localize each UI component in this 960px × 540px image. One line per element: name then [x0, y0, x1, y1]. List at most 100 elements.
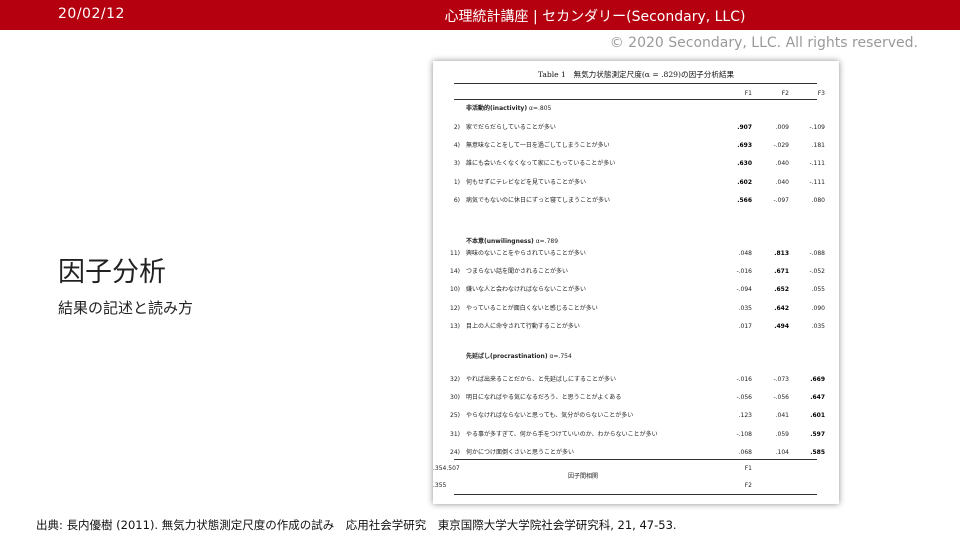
loading-value: .104: [775, 448, 789, 456]
loading-value: .009: [775, 124, 789, 131]
item-text: 何もせずにテレビなどを見ていることが多い: [466, 178, 587, 186]
loading-value: -.016: [736, 376, 752, 383]
correlation-row: F1 .354.507: [433, 464, 839, 473]
loading-value: .035: [811, 322, 825, 330]
item-number: 11): [450, 250, 460, 257]
factor-header: 先延ばし(procrastination) α=.754: [466, 352, 572, 361]
header-date: 20/02/12: [58, 6, 125, 22]
loading-value: -.052: [809, 268, 825, 276]
loading-value: .055: [811, 286, 825, 294]
loading-value: .068: [738, 448, 752, 456]
slide-subtitle: 結果の記述と読み方: [58, 299, 194, 317]
loading-value: -.088: [809, 250, 825, 257]
factor-analysis-table-image: Table 1 無気力状態測定尺度(α = .829)の因子分析結果 F1 F2…: [433, 61, 839, 504]
item-number: 25): [450, 412, 460, 420]
table-row: 11) 興味のないことをやらされていることが多い .048 .813 -.088: [433, 249, 839, 258]
column-header-f1: F1: [744, 90, 752, 97]
item-text: つまらない話を聞かされることが多い: [466, 268, 569, 276]
factor-alpha: α=.754: [547, 353, 572, 360]
loading-value: .669: [810, 376, 825, 383]
column-header-f3: F3: [817, 90, 825, 97]
table-bottom-rule: [454, 494, 817, 495]
item-number: 1): [453, 178, 460, 186]
slide-title: 因子分析: [58, 257, 166, 288]
factor-name: 不本意(unwilingness): [466, 238, 534, 245]
item-text: 病気でもないのに休日にずっと寝てしまうことが多い: [466, 196, 611, 204]
loading-value: .566: [737, 196, 752, 204]
item-number: 2): [453, 124, 460, 131]
loading-value: .693: [737, 142, 752, 150]
correlation-row-label: F1: [744, 465, 752, 472]
correlation-row: F2 .355: [433, 481, 839, 490]
table-header-rule: [454, 99, 817, 100]
item-text: やらなければならないと思っても、気分がのらないことが多い: [466, 412, 634, 420]
factor-header: 非活動的(inactivity) α=.805: [466, 104, 551, 113]
table-correlation-rule: [454, 459, 817, 460]
loading-value: .585: [810, 448, 825, 456]
item-text: やれば出来ることだから、と先延ばしにすることが多い: [466, 376, 617, 383]
factor-alpha: α=.805: [527, 105, 552, 112]
loading-value: .181: [811, 142, 825, 150]
loading-value: -.111: [809, 178, 825, 186]
table-row: 6) 病気でもないのに休日にずっと寝てしまうことが多い .566 -.097 .080: [433, 196, 839, 205]
loading-value: .048: [738, 250, 752, 257]
source-citation: 出典: 長内優樹 (2011). 無気力状態測定尺度の作成の試み 応用社会学研究…: [36, 518, 677, 532]
loading-value: .080: [811, 196, 825, 204]
table-row: 3) 誰にも会いたくなくなって家にこもっていることが多い .630 .040 -.111: [433, 159, 839, 168]
correlation-value: .354: [433, 465, 447, 472]
item-text: やっていることが面白くないと感じることが多い: [466, 304, 598, 312]
factor-name: 先延ばし(procrastination): [466, 353, 548, 360]
table-row: 2) 家でだらだらしていることが多い .907 .009 -.109: [433, 123, 839, 132]
table-row: 32) やれば出来ることだから、と先延ばしにすることが多い -.016 -.073 .6…: [433, 375, 839, 384]
loading-value: .602: [737, 178, 752, 186]
loading-value: -.073: [773, 376, 789, 383]
table-row: 10) 嫌いな人と会わなければならないことが多い -.094 .652 .055: [433, 285, 839, 294]
loading-value: .642: [774, 304, 789, 312]
loading-value: -.097: [773, 196, 789, 204]
item-number: 14): [450, 268, 460, 276]
loading-value: .123: [738, 412, 752, 420]
item-number: 4): [453, 142, 460, 150]
loading-value: -.108: [736, 430, 752, 438]
header-bar: 20/02/12 心理統計講座 | セカンダリー(Secondary, LLC): [0, 0, 960, 30]
table-row: 25) やらなければならないと思っても、気分がのらないことが多い .123 .041.…: [433, 411, 839, 420]
item-text: 無意味なことをして一日を過ごしてしまうことが多い: [466, 142, 610, 150]
loading-value: -.016: [736, 268, 752, 276]
copyright-notice: © 2020 Secondary, LLC. All rights reserv…: [609, 35, 918, 51]
item-number: 12): [450, 304, 460, 312]
item-text: 明日になればやる気になるだろう、と思うことがよくある: [466, 394, 622, 402]
loading-value: .040: [775, 160, 789, 168]
table-row: 14) つまらない話を聞かされることが多い -.016 .671 -.052: [433, 267, 839, 276]
item-number: 31): [450, 430, 460, 438]
header-course-title: 心理統計講座 | セカンダリー(Secondary, LLC): [444, 9, 746, 25]
factor-header: 不本意(unwilingness) α=.789: [466, 237, 558, 246]
item-text: 家でだらだらしていることが多い: [466, 124, 556, 131]
correlation-row-label: F2: [744, 482, 752, 489]
loading-value: .041: [775, 412, 789, 420]
factor-alpha: α=.789: [533, 238, 559, 245]
factor-name: 非活動的(inactivity): [466, 105, 528, 112]
loading-value: .652: [774, 286, 789, 294]
table-row: 4) 無意味なことをして一日を過ごしてしまうことが多い .693 -.029 .181: [433, 141, 839, 150]
loading-value: .647: [810, 394, 825, 402]
item-number: 10): [450, 286, 460, 294]
loading-value: .059: [775, 430, 789, 438]
loading-value: .601: [810, 412, 825, 420]
table-row: 30) 明日になればやる気になるだろう、と思うことがよくある -.056 -.056.…: [433, 393, 839, 402]
item-text: 何かにつけ面倒くさいと思うことが多い: [466, 448, 575, 456]
table-top-rule: [454, 83, 817, 84]
column-header-f2: F2: [781, 90, 789, 97]
table-row: 1) 何もせずにテレビなどを見ていることが多い .602 .040 -.111: [433, 178, 839, 187]
table-title: Table 1 無気力状態測定尺度(α = .829)の因子分析結果: [537, 70, 735, 79]
correlation-value: .507: [446, 465, 460, 472]
loading-value: -.111: [809, 160, 825, 168]
loading-value: .907: [737, 124, 752, 131]
loading-value: -.029: [773, 142, 789, 150]
item-text: 誰にも会いたくなくなって家にこもっていることが多い: [466, 160, 616, 168]
table-row: 31) やる事が多すぎて、何から手をつけていいのか、わからないことが多い -.108…: [433, 430, 839, 439]
table-row: 12) やっていることが面白くないと感じることが多い .035 .642 .090: [433, 304, 839, 313]
item-number: 13): [450, 322, 460, 330]
item-text: 嫌いな人と会わなければならないことが多い: [466, 286, 587, 294]
loading-value: .017: [738, 322, 752, 330]
item-number: 30): [450, 394, 460, 402]
